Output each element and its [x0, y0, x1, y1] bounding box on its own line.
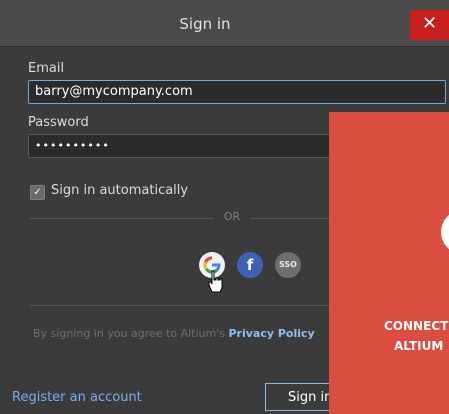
- email-label: Email: [28, 61, 65, 76]
- or-separator-text: OR: [223, 210, 241, 223]
- promo-heading-line2: ALTIUM: [394, 339, 444, 353]
- sso-icon: SSO: [279, 260, 297, 269]
- close-button[interactable]: ✕: [410, 10, 449, 40]
- close-icon: ✕: [421, 13, 438, 34]
- privacy-policy-link[interactable]: Privacy Policy: [229, 327, 315, 340]
- promo-heading-line1: CONNECT: [384, 319, 449, 333]
- promo-logo-circle: [441, 210, 449, 254]
- email-field[interactable]: barry@mycompany.com: [28, 80, 446, 104]
- password-label: Password: [28, 115, 89, 130]
- facebook-icon: f: [246, 256, 254, 274]
- register-account-link[interactable]: Register an account: [12, 390, 142, 405]
- or-divider-left: [30, 218, 214, 219]
- terms-text: By signing in you agree to Altium's Priv…: [33, 327, 315, 340]
- title-bar: Sign in ✕: [0, 0, 449, 47]
- dialog-title: Sign in: [179, 15, 231, 33]
- promo-panel: CONNECT ALTIUM: [329, 112, 449, 414]
- password-field[interactable]: ••••••••••: [28, 134, 342, 158]
- sign-in-dialog: Sign in ✕ Email barry@mycompany.com Pass…: [0, 0, 449, 414]
- or-divider-right: [250, 218, 330, 219]
- section-divider: [30, 305, 330, 306]
- facebook-sign-in-button[interactable]: f: [237, 252, 263, 278]
- sso-sign-in-button[interactable]: SSO: [275, 252, 301, 278]
- sign-in-automatically-label: Sign in automatically: [51, 183, 189, 198]
- check-icon: ✓: [33, 187, 42, 198]
- hand-cursor-icon: [208, 270, 223, 293]
- sign-in-automatically-checkbox[interactable]: ✓: [30, 185, 45, 200]
- terms-statement: By signing in you agree to Altium's: [33, 327, 229, 340]
